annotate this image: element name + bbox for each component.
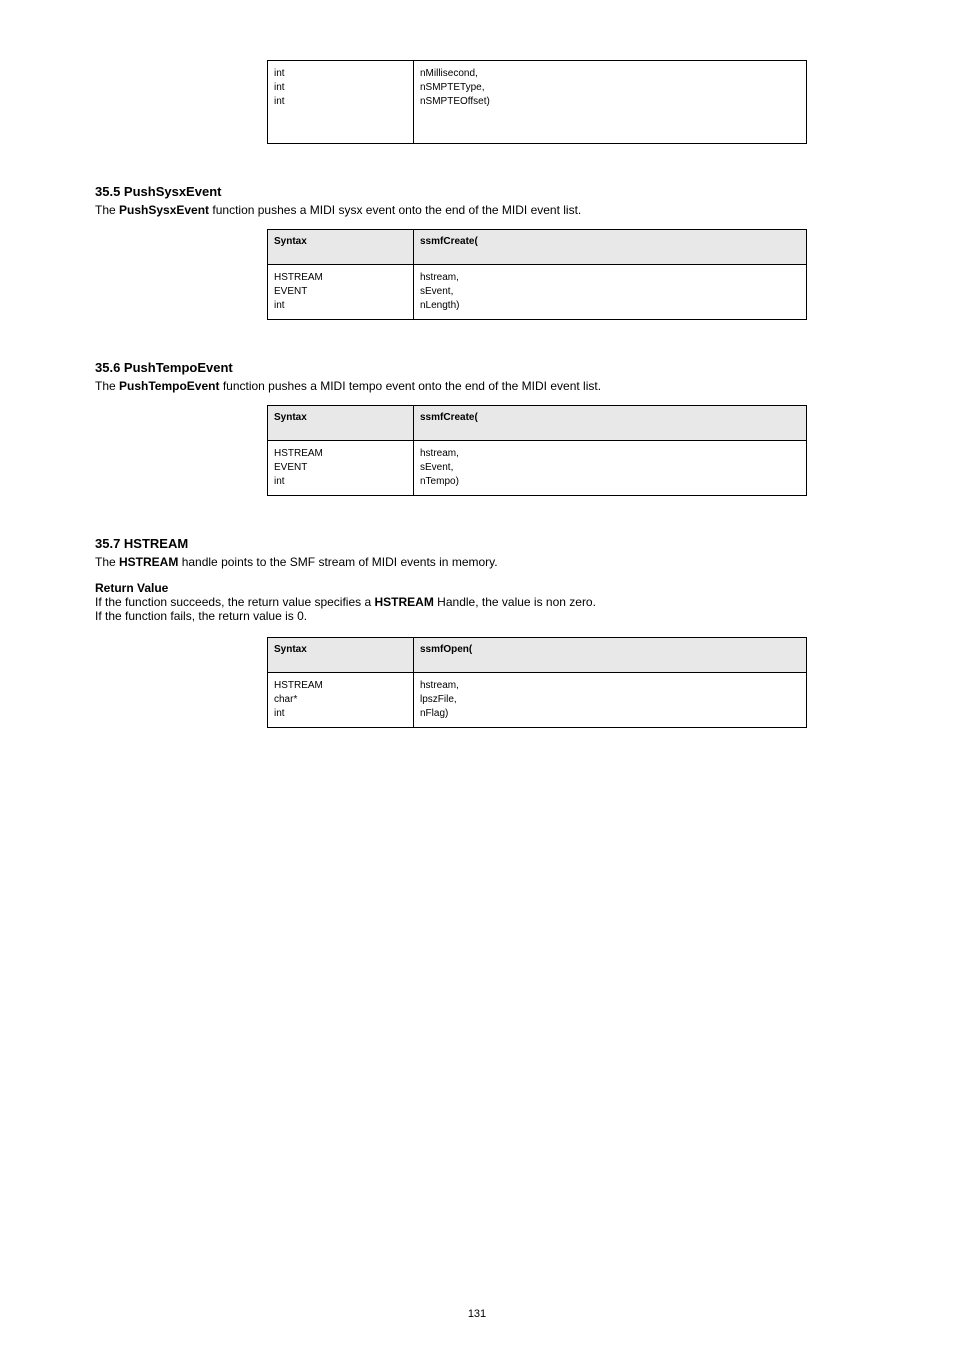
cell-types: HSTREAM char* int <box>268 673 414 728</box>
page-number: 131 <box>0 1308 954 1320</box>
param-3: nTempo) <box>420 475 800 489</box>
desc-fn-36: PushTempoEvent <box>119 379 219 393</box>
type-1: HSTREAM <box>274 271 407 285</box>
desc-post: function pushes a MIDI sysx event onto t… <box>209 203 581 217</box>
ret-post1: Handle, the value is non zero. <box>434 595 596 609</box>
type-3: int <box>274 299 407 313</box>
params-table-35-5: Syntax ssmfCreate( HSTREAM EVENT int <box>267 229 807 320</box>
cell-types: HSTREAM EVENT int <box>268 265 414 320</box>
header-syntax: Syntax <box>268 406 414 441</box>
type-2: EVENT <box>274 285 407 299</box>
ret-label: Return Value <box>95 581 168 595</box>
table-row: HSTREAM EVENT int hstream, sEvent, nTemp… <box>268 441 807 496</box>
type-3: int <box>274 95 407 109</box>
param-1: nMillisecond, <box>420 67 800 81</box>
cell-params: hstream, sEvent, nTempo) <box>414 441 807 496</box>
param-3: nSMPTEOffset) <box>420 95 800 109</box>
header-syntax: Syntax <box>268 230 414 265</box>
table-header-row: Syntax ssmfOpen( <box>268 638 807 673</box>
section-desc-35-5: The PushSysxEvent function pushes a MIDI… <box>95 203 859 217</box>
section-desc-35-7: The HSTREAM handle points to the SMF str… <box>95 555 859 569</box>
section-desc-35-6: The PushTempoEvent function pushes a MID… <box>95 379 859 393</box>
header-function: ssmfCreate( <box>414 230 807 265</box>
param-1: hstream, <box>420 447 800 461</box>
param-2: nSMPTEType, <box>420 81 800 95</box>
return-value-block: Return Value If the function succeeds, t… <box>95 581 859 623</box>
type-1: int <box>274 67 407 81</box>
param-2: lpszFile, <box>420 693 800 707</box>
type-3: int <box>274 475 407 489</box>
desc-pre-36: The <box>95 379 119 393</box>
page: int int int nMillisecond, nSMPTEType, nS… <box>0 0 954 1350</box>
params-table-continuation: int int int nMillisecond, nSMPTEType, nS… <box>267 60 807 144</box>
section-title-35-7: 35.7 HSTREAM <box>95 536 859 551</box>
section-35-6: 35.6 PushTempoEvent The PushTempoEvent f… <box>95 360 859 496</box>
section-title-35-6: 35.6 PushTempoEvent <box>95 360 859 375</box>
param-1: hstream, <box>420 271 800 285</box>
section-continuation: int int int nMillisecond, nSMPTEType, nS… <box>95 60 859 144</box>
table-wrap-35-7: Syntax ssmfOpen( HSTREAM char* int <box>267 637 807 728</box>
table-row: HSTREAM char* int hstream, lpszFile, nFl… <box>268 673 807 728</box>
ret-pre: If the function succeeds, the return val… <box>95 595 375 609</box>
table-wrap-35-5: Syntax ssmfCreate( HSTREAM EVENT int <box>267 229 807 320</box>
params-table-35-7: Syntax ssmfOpen( HSTREAM char* int <box>267 637 807 728</box>
ret-mid: HSTREAM <box>375 595 434 609</box>
type-1: HSTREAM <box>274 447 407 461</box>
header-function: ssmfOpen( <box>414 638 807 673</box>
line1-post: handle points to the SMF stream of MIDI … <box>178 555 497 569</box>
params-table-35-6: Syntax ssmfCreate( HSTREAM EVENT int <box>267 405 807 496</box>
type-2: EVENT <box>274 461 407 475</box>
table-wrap-35-6: Syntax ssmfCreate( HSTREAM EVENT int <box>267 405 807 496</box>
param-2: sEvent, <box>420 461 800 475</box>
desc-post-36: function pushes a MIDI tempo event onto … <box>219 379 601 393</box>
table-row: int int int nMillisecond, nSMPTEType, nS… <box>268 61 807 144</box>
param-1: hstream, <box>420 679 800 693</box>
header-syntax: Syntax <box>268 638 414 673</box>
section-35-7: 35.7 HSTREAM The HSTREAM handle points t… <box>95 536 859 728</box>
desc-pre: The <box>95 203 119 217</box>
cell-types: int int int <box>268 61 414 144</box>
section-title-35-5: 35.5 PushSysxEvent <box>95 184 859 199</box>
type-2: int <box>274 81 407 95</box>
type-1: HSTREAM <box>274 679 407 693</box>
table-header-row: Syntax ssmfCreate( <box>268 406 807 441</box>
param-2: sEvent, <box>420 285 800 299</box>
line1-pre: The <box>95 555 119 569</box>
table-header-row: Syntax ssmfCreate( <box>268 230 807 265</box>
line1-bold: HSTREAM <box>119 555 178 569</box>
table-row: HSTREAM EVENT int hstream, sEvent, nLeng… <box>268 265 807 320</box>
header-function: ssmfCreate( <box>414 406 807 441</box>
cell-types: HSTREAM EVENT int <box>268 441 414 496</box>
table-wrap-continuation: int int int nMillisecond, nSMPTEType, nS… <box>267 60 807 144</box>
cell-params: nMillisecond, nSMPTEType, nSMPTEOffset) <box>414 61 807 144</box>
param-3: nFlag) <box>420 707 800 721</box>
param-3: nLength) <box>420 299 800 313</box>
ret-body-2: If the function fails, the return value … <box>95 609 859 623</box>
type-3: int <box>274 707 407 721</box>
section-35-5: 35.5 PushSysxEvent The PushSysxEvent fun… <box>95 184 859 320</box>
cell-params: hstream, lpszFile, nFlag) <box>414 673 807 728</box>
type-2: char* <box>274 693 407 707</box>
ret-body-1: If the function succeeds, the return val… <box>95 595 859 609</box>
desc-fn: PushSysxEvent <box>119 203 209 217</box>
cell-params: hstream, sEvent, nLength) <box>414 265 807 320</box>
